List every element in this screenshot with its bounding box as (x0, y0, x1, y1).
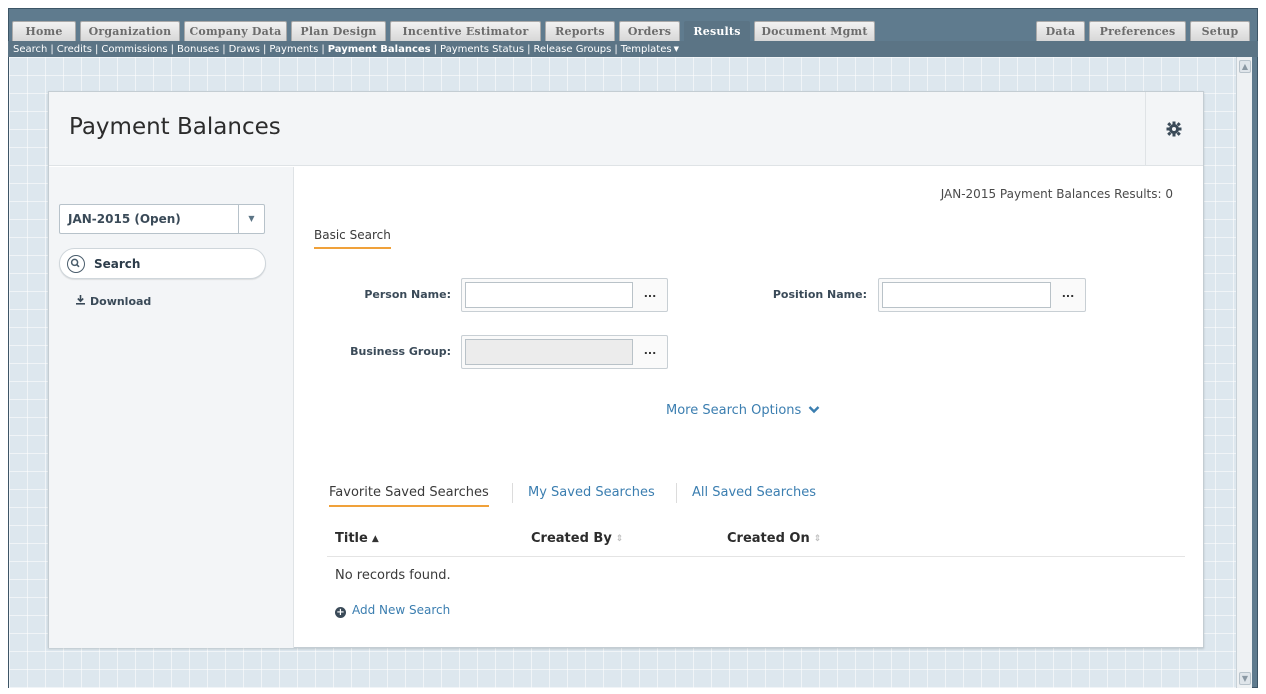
tab-setup[interactable]: Setup (1190, 21, 1250, 42)
tab-preferences[interactable]: Preferences (1089, 21, 1186, 42)
subnav-separator: | (95, 44, 99, 55)
tab-my-saved-searches[interactable]: My Saved Searches (528, 485, 655, 500)
chevron-down-icon (808, 403, 820, 418)
tab-incentive-estimator[interactable]: Incentive Estimator (390, 21, 541, 42)
tab-company-data[interactable]: Company Data (184, 21, 287, 42)
download-link[interactable]: Download (75, 294, 151, 308)
subnav-search[interactable]: Search (13, 44, 47, 55)
empty-state-text: No records found. (335, 568, 451, 583)
tab-all-saved-searches[interactable]: All Saved Searches (692, 485, 816, 500)
column-header-title[interactable]: Title ▲ (335, 531, 379, 546)
gear-icon[interactable] (1166, 121, 1182, 137)
page-title: Payment Balances (69, 114, 281, 140)
add-new-search-link[interactable]: + Add New Search (335, 603, 450, 618)
tab-plan-design[interactable]: Plan Design (291, 21, 386, 42)
column-title-label: Title (335, 531, 368, 546)
subnav-credits[interactable]: Credits (57, 44, 92, 55)
tab-favorite-saved-searches[interactable]: Favorite Saved Searches (329, 485, 489, 507)
subnav-separator: | (262, 44, 267, 55)
subnav-separator: | (321, 44, 325, 55)
subnav-payments[interactable]: Payments (269, 44, 318, 55)
person-name-lookup-button[interactable]: ... (639, 285, 661, 305)
download-label: Download (90, 295, 152, 308)
subnav-payments-status[interactable]: Payments Status (440, 44, 524, 55)
position-name-label: Position Name: (772, 288, 867, 301)
position-name-input[interactable] (882, 282, 1051, 308)
period-select[interactable]: JAN-2015 (Open) ▼ (59, 204, 265, 234)
tab-reports[interactable]: Reports (545, 21, 615, 42)
subnav-draws[interactable]: Draws (229, 44, 260, 55)
tab-divider (676, 483, 677, 503)
main-card: Payment Balances JAN-2015 (Open) ▼ Searc… (48, 91, 1204, 648)
tab-organization[interactable]: Organization (80, 21, 180, 42)
tab-basic-search[interactable]: Basic Search (314, 228, 391, 249)
more-search-options-label: More Search Options (666, 403, 802, 418)
tab-orders[interactable]: Orders (619, 21, 680, 42)
person-name-label: Person Name: (364, 288, 451, 301)
tab-results[interactable]: Results (684, 21, 750, 42)
business-group-lookup-button[interactable]: ... (639, 342, 661, 362)
tab-divider (512, 483, 513, 503)
business-group-field: ... (461, 335, 668, 369)
subnav-separator: | (170, 44, 175, 55)
subnav-separator: | (222, 44, 226, 55)
period-select-value: JAN-2015 (Open) (68, 212, 181, 226)
subnav-separator: | (433, 44, 438, 55)
sort-icon: ⇕ (615, 534, 624, 544)
search-button[interactable]: Search (59, 248, 266, 279)
dropdown-arrow-icon: ▼ (238, 205, 264, 233)
scroll-up-icon[interactable]: ▲ (1239, 60, 1251, 73)
caret-down-icon: ▼ (673, 45, 679, 53)
position-name-lookup-button[interactable]: ... (1057, 285, 1079, 305)
subnav-payment-balances[interactable]: Payment Balances (328, 44, 431, 55)
tab-document-mgmt[interactable]: Document Mgmt (754, 21, 875, 42)
vertical-scrollbar[interactable]: ▲ ▼ (1236, 57, 1252, 688)
results-count: JAN-2015 Payment Balances Results: 0 (940, 187, 1173, 201)
subnav-separator: | (50, 44, 54, 55)
tab-data[interactable]: Data (1036, 21, 1085, 42)
sort-icon: ⇕ (813, 534, 822, 544)
person-name-input[interactable] (465, 282, 633, 308)
subnav-templates-label: Templates (620, 44, 672, 55)
sub-nav: Search | Credits | Commissions | Bonuses | Draws… (8, 41, 1258, 57)
settings-area (1145, 92, 1203, 166)
scroll-down-icon[interactable]: ▼ (1239, 672, 1251, 685)
download-icon (75, 294, 87, 308)
column-created-on-label: Created On (727, 531, 810, 546)
table-divider (327, 556, 1185, 557)
subnav-separator: | (614, 44, 618, 55)
business-group-label: Business Group: (350, 345, 451, 358)
more-search-options-link[interactable]: More Search Options (666, 403, 820, 418)
subnav-release-groups[interactable]: Release Groups (533, 44, 611, 55)
card-header: Payment Balances (49, 92, 1203, 166)
column-header-created-on[interactable]: Created On ⇕ (727, 531, 821, 546)
column-header-created-by[interactable]: Created By ⇕ (531, 531, 623, 546)
business-group-input[interactable] (465, 339, 633, 365)
subnav-templates[interactable]: Templates ▼ (621, 44, 679, 55)
add-new-search-label: Add New Search (352, 603, 451, 617)
search-button-label: Search (94, 257, 141, 271)
subnav-bonuses[interactable]: Bonuses (177, 44, 219, 55)
search-icon (67, 255, 85, 273)
plus-circle-icon: + (335, 607, 346, 618)
person-name-field: ... (461, 278, 668, 312)
position-name-field: ... (878, 278, 1086, 312)
subnav-commissions[interactable]: Commissions (101, 44, 167, 55)
tab-home[interactable]: Home (12, 21, 76, 42)
column-created-by-label: Created By (531, 531, 612, 546)
top-nav: Home Organization Company Data Plan Desi… (9, 21, 1257, 42)
sort-ascending-icon: ▲ (371, 534, 379, 544)
sidebar: JAN-2015 (Open) ▼ Search Download (49, 167, 294, 648)
